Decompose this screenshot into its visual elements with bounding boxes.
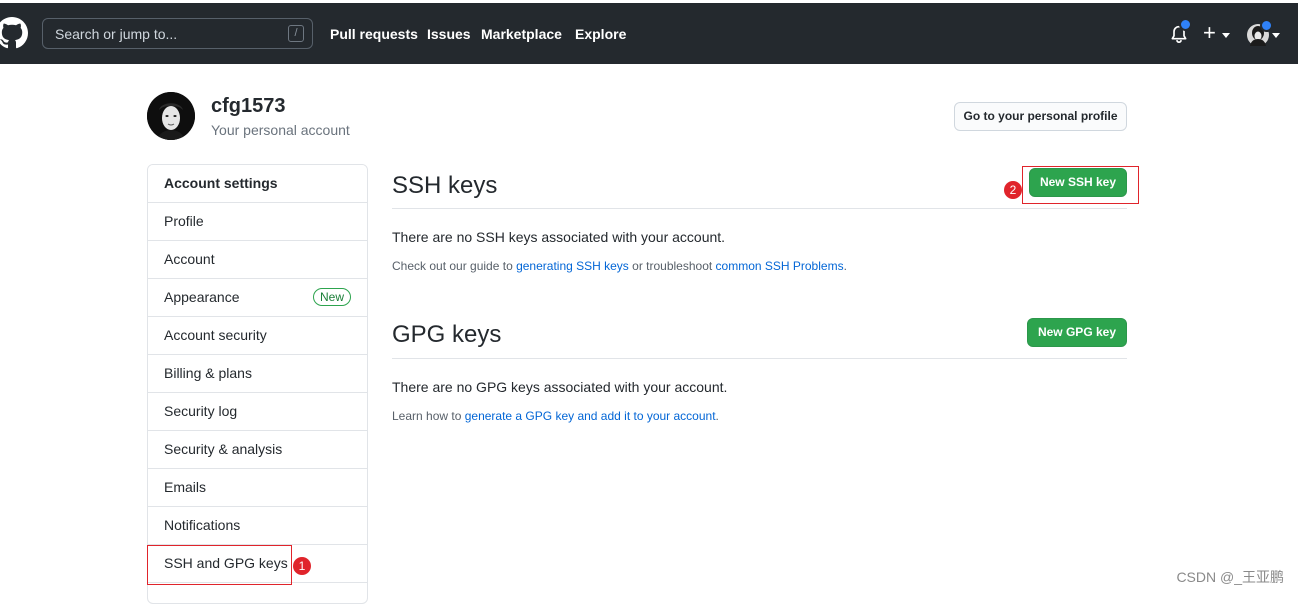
sidebar-item-security-log[interactable]: Security log <box>148 393 367 431</box>
ssh-section-divider <box>392 208 1127 209</box>
plus-caret-down-icon[interactable] <box>1222 33 1230 38</box>
sidebar-item-label: Account <box>164 251 215 267</box>
nav-marketplace[interactable]: Marketplace <box>481 26 562 42</box>
sidebar-heading: Account settings <box>148 165 367 203</box>
gpg-note-text: . <box>715 409 719 423</box>
sidebar-item-label: Account security <box>164 327 267 343</box>
sidebar-item-appearance[interactable]: Appearance New <box>148 279 367 317</box>
sidebar-item-label: Security log <box>164 403 238 419</box>
account-username: cfg1573 <box>211 95 286 117</box>
watermark: CSDN @_王亚鹏 <box>1176 569 1284 585</box>
search-input[interactable]: Search or jump to... / <box>42 18 313 49</box>
ssh-note-text: . <box>843 259 847 273</box>
new-gpg-key-button[interactable]: New GPG key <box>1027 318 1127 347</box>
sidebar-item-profile[interactable]: Profile <box>148 203 367 241</box>
account-avatar <box>147 92 195 140</box>
annotation-box-new-ssh-key <box>1022 166 1139 204</box>
notification-indicator-dot <box>1179 18 1192 31</box>
ssh-empty-message: There are no SSH keys associated with yo… <box>392 229 726 245</box>
generate-gpg-key-link[interactable]: generate a GPG key and add it to your ac… <box>465 409 716 423</box>
new-badge: New <box>312 288 351 306</box>
sidebar-item-label: Notifications <box>164 517 241 533</box>
nav-explore[interactable]: Explore <box>575 26 626 42</box>
gpg-empty-message: There are no GPG keys associated with yo… <box>392 379 728 395</box>
go-to-profile-button[interactable]: Go to your personal profile <box>954 102 1127 131</box>
sidebar-item-label: Emails <box>164 479 207 495</box>
gpg-keys-title: GPG keys <box>392 321 502 348</box>
annotation-step-2: 2 <box>1004 181 1022 199</box>
gpg-help-note: Learn how to generate a GPG key and add … <box>392 409 719 423</box>
settings-sidebar: Account settings Profile Account Appeara… <box>147 164 368 604</box>
sidebar-item-account-security[interactable]: Account security <box>148 317 367 355</box>
sidebar-item-emails[interactable]: Emails <box>148 469 367 507</box>
ssh-note-text: or troubleshoot <box>628 259 716 273</box>
github-logo-icon[interactable] <box>0 17 28 49</box>
common-ssh-problems-link[interactable]: common SSH Problems <box>716 259 844 273</box>
gpg-section-divider <box>392 358 1127 359</box>
ssh-help-note: Check out our guide to generating SSH ke… <box>392 259 847 273</box>
sidebar-item-account[interactable]: Account <box>148 241 367 279</box>
nav-pull-requests[interactable]: Pull requests <box>330 26 418 42</box>
generating-ssh-keys-link[interactable]: generating SSH keys <box>516 259 629 273</box>
sidebar-item-notifications[interactable]: Notifications <box>148 507 367 545</box>
gpg-note-text: Learn how to <box>392 409 465 423</box>
sidebar-item-label: Appearance <box>164 289 240 305</box>
annotation-step-1: 1 <box>293 557 311 575</box>
search-placeholder: Search or jump to... <box>55 26 178 42</box>
slash-shortcut-hint: / <box>288 25 304 42</box>
avatar-status-dot <box>1260 19 1273 32</box>
sidebar-item-label: Billing & plans <box>164 365 252 381</box>
sidebar-item-billing[interactable]: Billing & plans <box>148 355 367 393</box>
plus-icon[interactable]: + <box>1203 21 1216 45</box>
sidebar-item-label: Profile <box>164 213 204 229</box>
sidebar-item-security-analysis[interactable]: Security & analysis <box>148 431 367 469</box>
top-header: Search or jump to... / Pull requests Iss… <box>0 3 1298 64</box>
nav-issues[interactable]: Issues <box>427 26 471 42</box>
annotation-box-ssh-gpg-item <box>147 545 292 585</box>
avatar-caret-down-icon[interactable] <box>1272 33 1280 38</box>
ssh-note-text: Check out our guide to <box>392 259 517 273</box>
sidebar-item-label: Security & analysis <box>164 441 283 457</box>
ssh-keys-title: SSH keys <box>392 172 498 199</box>
account-subtitle: Your personal account <box>211 122 350 138</box>
